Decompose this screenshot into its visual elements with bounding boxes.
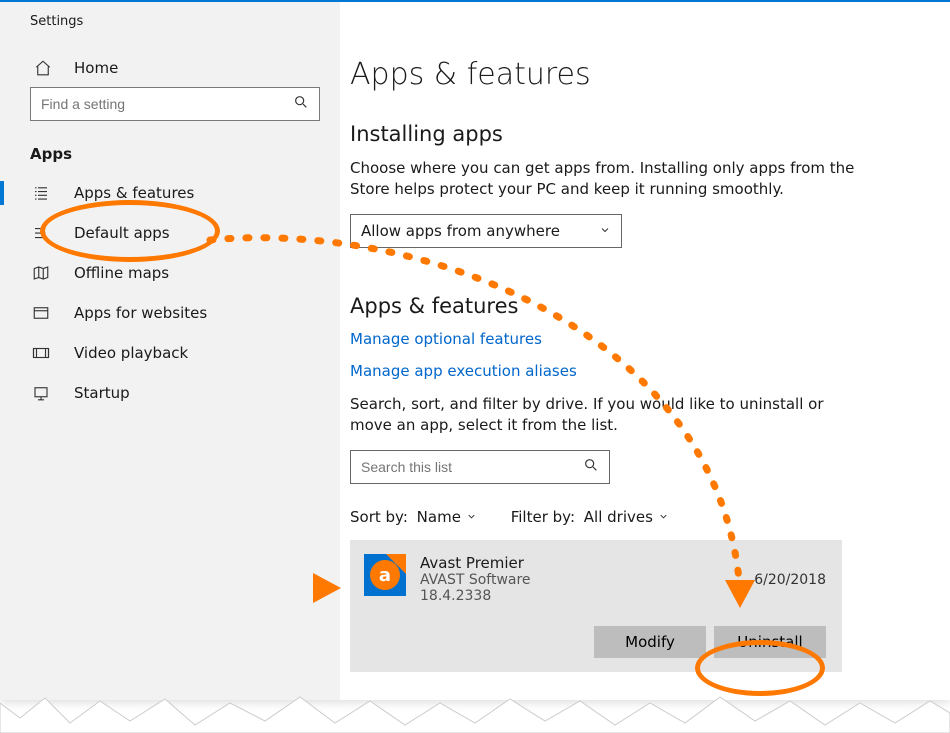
sidebar-item-label: Default apps <box>74 224 170 242</box>
sort-by[interactable]: Sort by: Name <box>350 508 477 526</box>
sidebar-item-label: Video playback <box>74 344 188 362</box>
sidebar: Settings Home Apps Apps & features Defa <box>0 2 340 700</box>
sidebar-section-label: Apps <box>0 139 340 173</box>
chevron-down-icon <box>466 508 477 526</box>
sidebar-search-input[interactable] <box>41 96 293 112</box>
app-vendor: AVAST Software <box>420 572 754 588</box>
offline-maps-icon <box>30 264 52 282</box>
apps-features-subtitle: Apps & features <box>350 294 910 318</box>
sidebar-item-offline-maps[interactable]: Offline maps <box>0 253 340 293</box>
sidebar-item-label: Startup <box>74 384 130 402</box>
apps-search[interactable] <box>350 450 610 484</box>
dropdown-value: Allow apps from anywhere <box>361 222 560 240</box>
installing-apps-desc: Choose where you can get apps from. Inst… <box>350 158 870 200</box>
manage-execution-aliases-link[interactable]: Manage app execution aliases <box>350 362 910 380</box>
startup-icon <box>30 384 52 402</box>
apps-list-desc: Search, sort, and filter by drive. If yo… <box>350 394 870 436</box>
chevron-down-icon <box>599 222 611 240</box>
sidebar-item-startup[interactable]: Startup <box>0 373 340 413</box>
app-name: Avast Premier <box>420 554 754 572</box>
sidebar-item-label: Offline maps <box>74 264 169 282</box>
home-icon <box>32 59 54 77</box>
sidebar-item-default-apps[interactable]: Default apps <box>0 213 340 253</box>
settings-window: Settings Home Apps Apps & features Defa <box>0 0 950 700</box>
app-icon: a <box>364 554 406 596</box>
default-apps-icon <box>30 224 52 242</box>
modify-button[interactable]: Modify <box>594 626 706 658</box>
apps-websites-icon <box>30 304 52 322</box>
sidebar-item-video-playback[interactable]: Video playback <box>0 333 340 373</box>
chevron-down-icon <box>658 508 669 526</box>
app-install-date: 6/20/2018 <box>754 554 826 604</box>
content-pane: Apps & features Installing apps Choose w… <box>340 2 950 700</box>
apps-search-input[interactable] <box>361 459 583 475</box>
apps-features-icon <box>30 184 52 202</box>
video-playback-icon <box>30 344 52 362</box>
page-title: Apps & features <box>350 57 910 92</box>
torn-edge-decoration <box>0 683 950 733</box>
uninstall-button[interactable]: Uninstall <box>714 626 826 658</box>
search-icon <box>293 94 309 114</box>
home-label: Home <box>74 59 118 77</box>
filter-by[interactable]: Filter by: All drives <box>511 508 669 526</box>
app-version: 18.4.2338 <box>420 588 754 604</box>
sidebar-item-label: Apps for websites <box>74 304 207 322</box>
home-nav[interactable]: Home <box>0 49 340 87</box>
app-title: Settings <box>0 14 340 49</box>
search-icon <box>583 457 599 477</box>
sidebar-item-apps-websites[interactable]: Apps for websites <box>0 293 340 333</box>
app-list-item[interactable]: a Avast Premier AVAST Software 18.4.2338… <box>350 540 842 672</box>
installing-apps-title: Installing apps <box>350 122 910 146</box>
manage-optional-features-link[interactable]: Manage optional features <box>350 330 910 348</box>
sidebar-item-apps-features[interactable]: Apps & features <box>0 173 340 213</box>
install-source-dropdown[interactable]: Allow apps from anywhere <box>350 214 622 248</box>
sort-filter-bar: Sort by: Name Filter by: All drives <box>350 508 910 526</box>
sidebar-item-label: Apps & features <box>74 184 194 202</box>
sidebar-search[interactable] <box>30 87 320 121</box>
